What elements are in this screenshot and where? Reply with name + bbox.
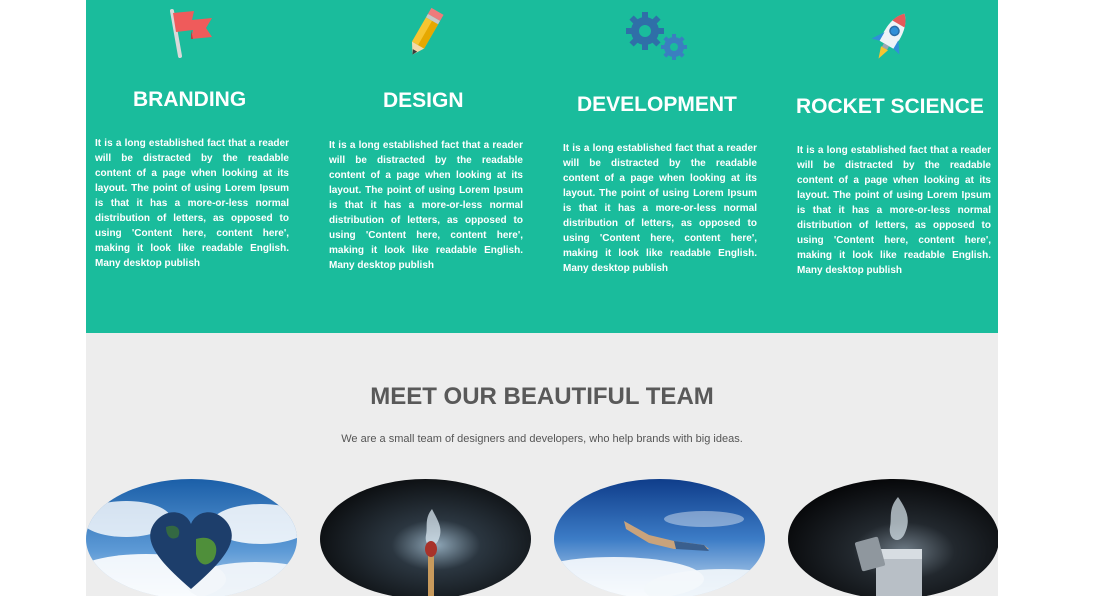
services-section: BRANDING DESIGN DEVELOPMENT ROCKET SCIEN…	[86, 0, 998, 333]
match-splash-photo[interactable]	[320, 479, 531, 596]
gears-icon	[624, 10, 692, 69]
team-title: MEET OUR BEAUTIFUL TEAM	[370, 383, 714, 410]
lighter-splash-photo[interactable]	[788, 479, 998, 596]
rocket-icon	[866, 8, 916, 71]
service-text-rocket-science: It is a long established fact that a rea…	[797, 145, 991, 276]
service-title-rocket-science: ROCKET SCIENCE	[796, 95, 984, 118]
skydiver-photo[interactable]	[554, 479, 765, 596]
service-title-branding: BRANDING	[133, 88, 247, 111]
team-section: MEET OUR BEAUTIFUL TEAM We are a small t…	[86, 333, 998, 596]
service-text-branding: It is a long established fact that a rea…	[95, 138, 289, 269]
team-subtitle: We are a small team of designers and dev…	[341, 433, 743, 445]
service-text-development: It is a long established fact that a rea…	[563, 143, 757, 274]
pencil-icon	[402, 6, 448, 65]
service-text-design: It is a long established fact that a rea…	[329, 140, 523, 271]
service-title-design: DESIGN	[383, 89, 464, 112]
service-title-development: DEVELOPMENT	[577, 93, 737, 116]
heart-earth-photo[interactable]	[86, 479, 297, 596]
flag-icon	[164, 6, 216, 65]
